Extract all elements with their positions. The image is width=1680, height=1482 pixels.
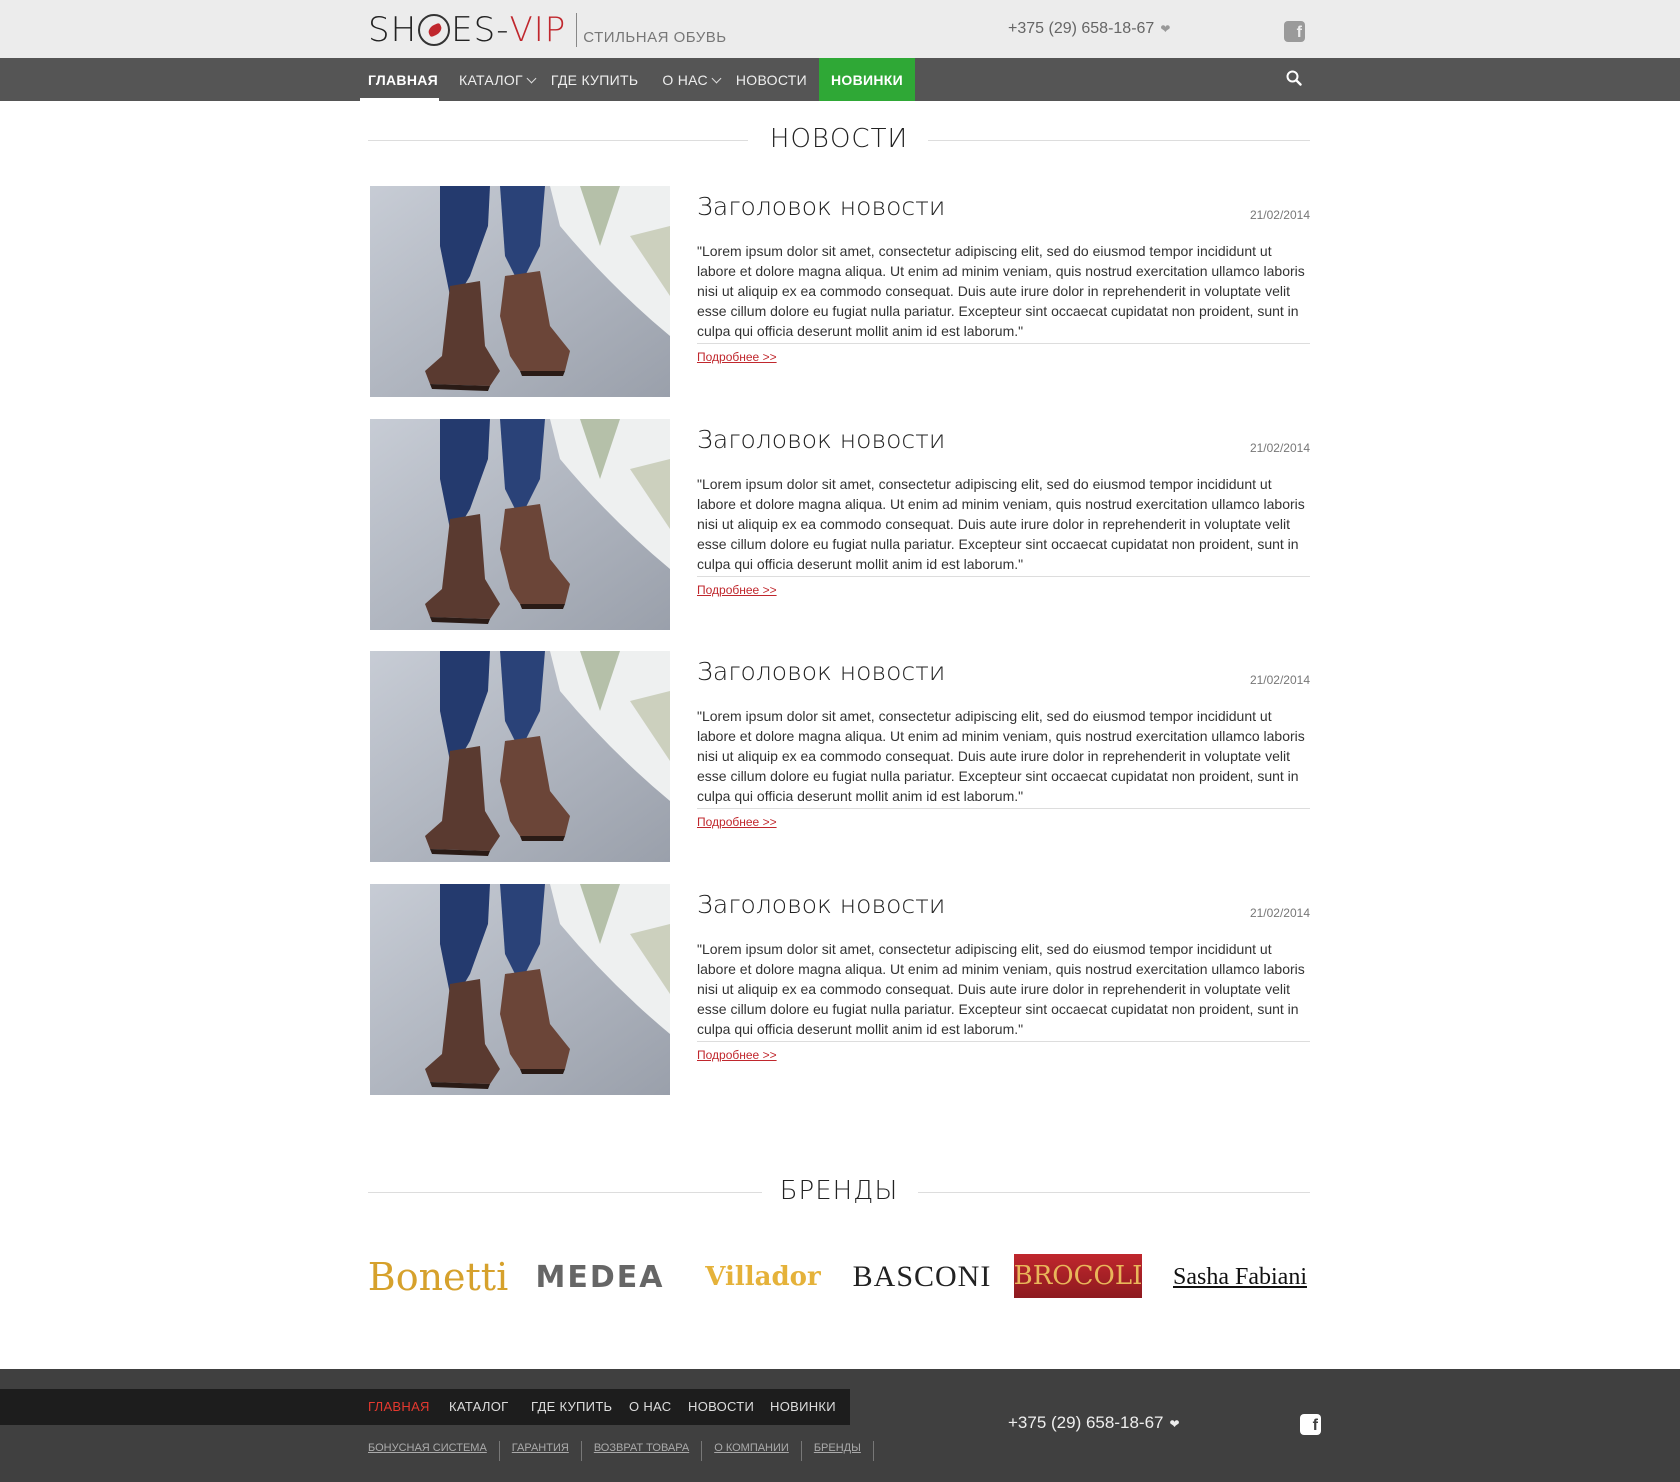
news-title[interactable]: Заголовок новости [697,657,945,686]
news-date: 21/02/2014 [1249,208,1310,222]
chevron-down-icon [711,73,722,84]
boots-photo [370,186,670,397]
nav-item-catalog[interactable]: КАТАЛОГ [451,58,543,101]
news-date: 21/02/2014 [1249,906,1310,920]
news-divider [697,576,1310,577]
heart-icon: ❤ [1169,1417,1180,1431]
footer-phone[interactable]: +375 (29) 658-18-67 ❤ [1008,1413,1180,1433]
news-title[interactable]: Заголовок новости [697,192,945,221]
logo-text-vip: VIP [509,10,567,50]
search-icon[interactable] [1286,70,1302,86]
footer-nav-about[interactable]: О НАС [629,1389,671,1425]
news-item: Заголовок новости 21/02/2014 "Lorem ipsu… [370,186,1310,398]
footer-nav-new-arrivals[interactable]: НОВИНКИ [770,1389,836,1425]
facebook-icon[interactable]: f [1300,1414,1321,1435]
top-header: SH ES- VIP стильная обувь +375 (29) 658-18… [0,0,1680,58]
news-divider [697,343,1310,344]
nav-menu: ГЛАВНАЯ КАТАЛОГ ГДЕ КУПИТЬ О НАС НОВОСТИ… [360,58,915,101]
footer-link-returns[interactable]: ВОЗВРАТ ТОВАРА [594,1441,703,1461]
news-section-heading: НОВОСТИ [368,120,1310,160]
site-footer: ГЛАВНАЯ КАТАЛОГ ГДЕ КУПИТЬ О НАС НОВОСТИ… [0,1369,1680,1482]
logo-tagline: стильная обувь [583,28,727,46]
news-section-title: НОВОСТИ [769,124,909,154]
boots-photo [370,419,670,630]
boots-photo [370,651,670,862]
read-more-link[interactable]: Подробнее >> [697,815,777,829]
facebook-icon[interactable]: f [1284,21,1305,42]
news-excerpt: "Lorem ipsum dolor sit amet, consectetur… [697,476,1305,572]
heart-icon: ❤ [1160,22,1171,36]
nav-item-new-arrivals[interactable]: НОВИНКИ [818,58,915,101]
brand-logo-villador[interactable]: Villador [698,1254,828,1300]
read-more-link[interactable]: Подробнее >> [697,350,777,364]
logo-text-right: ES- [451,10,510,50]
news-item: Заголовок новости 21/02/2014 "Lorem ipsu… [370,884,1310,1096]
news-title[interactable]: Заголовок новости [697,425,945,454]
main-navigation: ГЛАВНАЯ КАТАЛОГ ГДЕ КУПИТЬ О НАС НОВОСТИ… [0,58,1680,101]
footer-link-company[interactable]: О КОМПАНИИ [714,1441,802,1461]
nav-item-label: О НАС [662,72,708,88]
nav-item-about[interactable]: О НАС [654,58,728,101]
footer-nav-where-to-buy[interactable]: ГДЕ КУПИТЬ [531,1389,612,1425]
boots-photo [370,884,670,1095]
news-excerpt: "Lorem ipsum dolor sit amet, consectetur… [697,243,1305,339]
nav-item-label: ГЛАВНАЯ [368,72,439,88]
read-more-link[interactable]: Подробнее >> [697,583,777,597]
footer-links: БОНУСНАЯ СИСТЕМА ГАРАНТИЯ ВОЗВРАТ ТОВАРА… [368,1441,886,1461]
brand-logo-basconi[interactable]: BASCONI [852,1254,992,1300]
header-phone[interactable]: +375 (29) 658-18-67 ❤ [1008,20,1170,38]
news-excerpt: "Lorem ipsum dolor sit amet, consectetur… [697,708,1305,804]
logo-wordmark: SH ES- VIP [368,10,566,50]
brand-logos: Bonetti MEDEA Villador BASCONI BROCOLI S… [368,1254,1312,1300]
news-item: Заголовок новости 21/02/2014 "Lorem ipsu… [370,419,1310,631]
footer-nav-home[interactable]: ГЛАВНАЯ [368,1389,430,1425]
footer-link-bonus[interactable]: БОНУСНАЯ СИСТЕМА [368,1441,500,1461]
nav-item-label: НОВИНКИ [830,72,903,88]
news-image[interactable] [370,419,670,630]
nav-item-label: НОВОСТИ [735,72,807,88]
news-image[interactable] [370,884,670,1095]
news-item: Заголовок новости 21/02/2014 "Lorem ipsu… [370,651,1310,863]
news-divider [697,1041,1310,1042]
chevron-down-icon [526,73,537,84]
brands-section-heading: БРЕНДЫ [368,1172,1310,1212]
logo-shoe-icon [418,14,451,46]
footer-nav-news[interactable]: НОВОСТИ [688,1389,754,1425]
brand-logo-medea[interactable]: MEDEA [530,1254,670,1300]
brand-logo-sasha-fabiani[interactable]: Sasha Fabiani [1168,1254,1312,1300]
nav-item-label: ГДЕ КУПИТЬ [550,72,639,88]
logo-text-left: SH [368,10,418,50]
footer-phone-number: +375 (29) 658-18-67 [1008,1413,1164,1432]
brands-section-title: БРЕНДЫ [779,1176,899,1206]
news-image[interactable] [370,651,670,862]
nav-item-label: КАТАЛОГ [459,72,523,88]
news-date: 21/02/2014 [1249,673,1310,687]
news-divider [697,808,1310,809]
header-phone-number: +375 (29) 658-18-67 [1008,20,1155,37]
news-excerpt: "Lorem ipsum dolor sit amet, consectetur… [697,941,1305,1037]
read-more-link[interactable]: Подробнее >> [697,1048,777,1062]
site-logo[interactable]: SH ES- VIP стильная обувь [368,10,727,50]
nav-item-where-to-buy[interactable]: ГДЕ КУПИТЬ [543,58,646,101]
nav-item-news[interactable]: НОВОСТИ [728,58,815,101]
logo-separator [576,13,578,47]
news-date: 21/02/2014 [1249,441,1310,455]
nav-item-home[interactable]: ГЛАВНАЯ [360,58,439,101]
footer-nav-catalog[interactable]: КАТАЛОГ [449,1389,508,1425]
news-title[interactable]: Заголовок новости [697,890,945,919]
brand-logo-bonetti[interactable]: Bonetti [368,1254,508,1300]
news-image[interactable] [370,186,670,397]
brand-logo-brocoli[interactable]: BROCOLI [1014,1254,1142,1298]
footer-nav: ГЛАВНАЯ КАТАЛОГ ГДЕ КУПИТЬ О НАС НОВОСТИ… [0,1389,850,1425]
footer-link-warranty[interactable]: ГАРАНТИЯ [512,1441,582,1461]
footer-link-brands[interactable]: БРЕНДЫ [814,1441,874,1461]
